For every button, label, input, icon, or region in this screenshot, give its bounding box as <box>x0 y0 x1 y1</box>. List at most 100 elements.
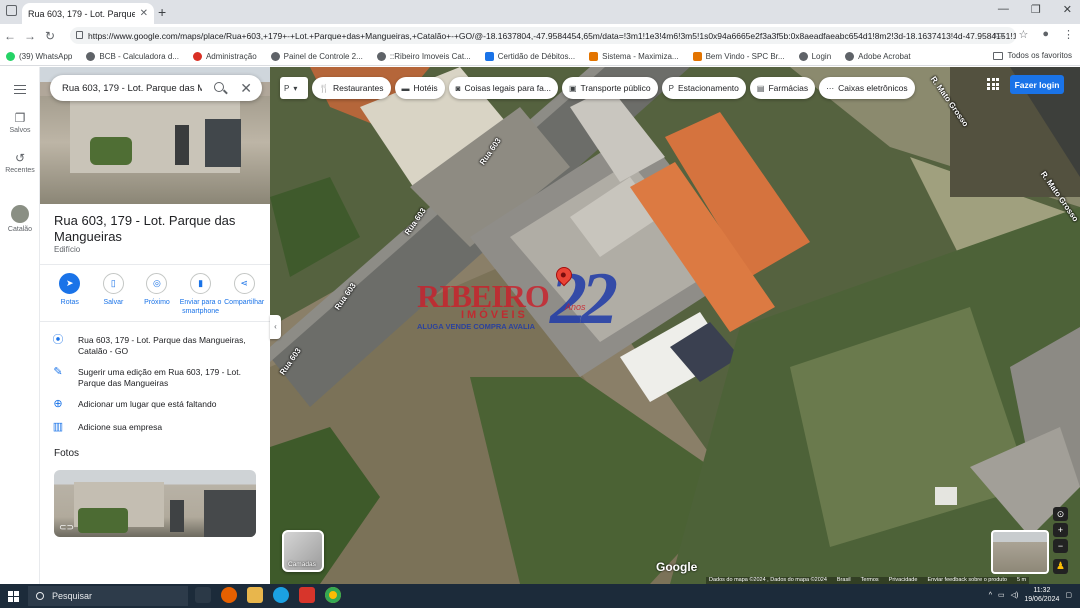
taskbar-search[interactable]: Pesquisar <box>28 586 188 606</box>
login-button[interactable]: Fazer login <box>1010 75 1064 94</box>
feedback-link[interactable]: Enviar feedback sobre o produto <box>927 577 1007 584</box>
bookmark-item[interactable]: Certidão de Débitos... <box>484 51 575 61</box>
zoom-in-button[interactable]: + <box>1053 523 1068 537</box>
minimize-button[interactable]: — <box>998 3 1009 16</box>
rail-recent[interactable]: ↺ Recentes <box>0 151 40 174</box>
watermark-logo: RIBEIRO IMÓVEIS ALUGA VENDE COMPRA AVALI… <box>417 258 618 340</box>
search-icon[interactable] <box>214 82 224 92</box>
chip-restaurants[interactable]: 🍴 Restaurantes <box>312 77 391 99</box>
address-row[interactable]: ⦿ Rua 603, 179 - Lot. Parque das Mangueir… <box>52 335 264 357</box>
url-field[interactable]: https://www.google.com/maps/place/Rua+60… <box>70 27 1016 44</box>
pegman-icon[interactable]: ♟ <box>1053 559 1068 574</box>
nearby-icon: ◎ <box>146 273 168 294</box>
share-icon: ⋖ <box>233 273 255 294</box>
back-button[interactable]: ← <box>0 29 20 43</box>
country-link[interactable]: Brasil <box>837 577 851 584</box>
satellite-imagery <box>270 67 1080 584</box>
chip-pharmacies[interactable]: ▤ Farmácias <box>749 77 816 99</box>
location-icon: ⦿ <box>52 334 64 346</box>
close-icon[interactable]: ✕ <box>240 80 252 97</box>
rail-catalao[interactable]: Catalão <box>0 205 40 233</box>
privacy-link[interactable]: Privacidade <box>889 577 918 584</box>
satellite-map[interactable]: Rua 603 Rua 603 Rua 603 Rua 603 R. Mato … <box>270 67 1080 584</box>
bookmark-icon: ▯ <box>102 273 124 294</box>
network-icon[interactable]: ▭ <box>998 591 1005 599</box>
apps-grid-icon[interactable] <box>987 78 999 90</box>
zoom-out-button[interactable]: − <box>1053 539 1068 553</box>
bookmark-star-icon[interactable]: ☆ <box>1018 28 1028 41</box>
bookmark-item[interactable]: Login <box>798 51 831 61</box>
directions-button[interactable]: ➤ Rotas <box>48 273 92 316</box>
tab-title: Rua 603, 179 - Lot. Parque das <box>28 8 135 19</box>
search-input[interactable]: Rua 603, 179 - Lot. Parque das Mangu ✕ <box>50 75 262 101</box>
rail-saved[interactable]: ❐ Salvos <box>0 111 40 134</box>
clock[interactable]: 11:32 19/06/2024 <box>1024 586 1059 604</box>
reload-button[interactable]: ↻ <box>40 29 60 43</box>
chip-hotels[interactable]: ▬ Hotéis <box>394 77 445 99</box>
task-view-icon[interactable] <box>195 587 211 603</box>
close-window-button[interactable]: ✕ <box>1063 3 1072 16</box>
globe-icon <box>845 51 855 61</box>
bookmark-item[interactable]: Bem Vindo - SPC Br... <box>692 51 785 61</box>
new-tab-button[interactable]: + <box>158 4 166 20</box>
edge-icon[interactable] <box>273 587 289 603</box>
divider <box>40 321 270 322</box>
tab-close-icon[interactable]: ✕ <box>140 8 148 19</box>
profile-icon[interactable]: ● <box>1042 28 1049 41</box>
add-place-row[interactable]: ⊕ Adicionar um lugar que está faltando <box>52 399 264 410</box>
scale-label[interactable]: 5 m <box>1017 577 1026 584</box>
tab-search-icon[interactable] <box>6 5 17 16</box>
forward-button[interactable]: → <box>20 29 40 43</box>
bookmark-item[interactable]: Painel de Controle 2... <box>270 51 363 61</box>
photo-thumbnail[interactable]: ⊂⊃ <box>54 470 256 537</box>
browser-tab[interactable]: Rua 603, 179 - Lot. Parque das ✕ <box>22 3 590 283</box>
firefox-icon[interactable] <box>221 587 237 603</box>
menu-icon[interactable] <box>14 85 26 94</box>
globe-icon <box>798 51 808 61</box>
add-business-row[interactable]: ▥ Adicione sua empresa <box>52 422 264 433</box>
share-button[interactable]: ⋖ Compartilhar <box>222 273 266 316</box>
suggest-edit-row[interactable]: ✎ Sugerir uma edição em Rua 603, 179 - Lo… <box>52 367 264 389</box>
chrome-icon[interactable] <box>325 587 341 603</box>
tray-chevron-icon[interactable]: ^ <box>989 592 992 599</box>
file-explorer-icon[interactable] <box>247 587 263 603</box>
cast-icon[interactable]: ▭ <box>994 28 1004 41</box>
bookmark-item[interactable]: ::Ribeiro Imoveis Cat... <box>376 51 471 61</box>
address-bar-row: ← → ↻ https://www.google.com/maps/place/… <box>0 24 1080 47</box>
street-view-thumbnail[interactable] <box>991 530 1049 574</box>
acrobat-icon[interactable] <box>299 587 315 603</box>
nearby-button[interactable]: ◎ Próximo <box>135 273 179 316</box>
volume-icon[interactable]: ◁) <box>1011 591 1019 599</box>
street-view-icon: ⊂⊃ <box>59 522 75 532</box>
search-field-compact[interactable]: P ▾ <box>280 77 308 99</box>
compass-icon[interactable]: ⊙ <box>1053 507 1068 521</box>
site-info-icon[interactable] <box>76 31 83 39</box>
start-button[interactable] <box>0 584 26 608</box>
pharmacy-icon: ▤ <box>756 83 765 93</box>
chip-parking[interactable]: P Estacionamento <box>661 77 746 99</box>
layers-button[interactable]: Camadas <box>282 530 324 572</box>
save-button[interactable]: ▯ Salvar <box>92 273 136 316</box>
menu-icon[interactable]: ⋮ <box>1063 28 1074 41</box>
bookmark-item[interactable]: BCB - Calculadora d... <box>86 51 179 61</box>
bookmark-item[interactable]: Sistema - Maximiza... <box>589 51 679 61</box>
collapse-panel-button[interactable]: ‹ <box>270 315 281 339</box>
bookmark-item[interactable]: (39) WhatsApp <box>6 51 72 61</box>
taskbar-apps <box>195 587 341 603</box>
send-to-phone-button[interactable]: ▮ Enviar para o smartphone <box>179 273 223 316</box>
chip-transit[interactable]: ▣ Transporte público <box>561 77 658 99</box>
zoom-controls: ⊙ + − <box>1053 507 1068 553</box>
maximize-button[interactable]: ❐ <box>1031 3 1041 16</box>
bookmark-item[interactable]: Administração <box>192 51 257 61</box>
chip-things-to-do[interactable]: ◙ Coisas legais para fa... <box>448 77 558 99</box>
doc-icon <box>484 51 494 61</box>
all-bookmarks-button[interactable]: Todos os favoritos <box>992 51 1072 60</box>
chip-atms[interactable]: ⋯ Caixas eletrônicos <box>819 77 915 99</box>
divider <box>40 264 270 265</box>
bookmark-item[interactable]: Adobe Acrobat <box>845 51 911 61</box>
notifications-icon[interactable]: ▢ <box>1065 591 1072 599</box>
camera-icon: ◙ <box>455 83 461 93</box>
system-tray: ^ ▭ ◁) 11:32 19/06/2024 ▢ <box>989 586 1072 604</box>
terms-link[interactable]: Termos <box>861 577 879 584</box>
left-rail: ❐ Salvos ↺ Recentes Catalão <box>0 67 40 584</box>
